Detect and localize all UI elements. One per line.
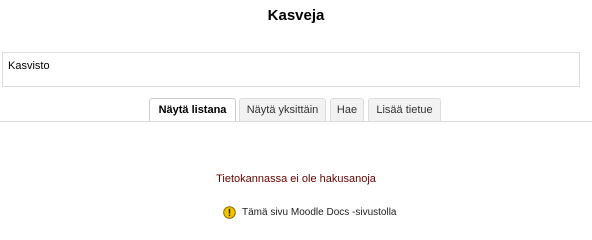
tab-search[interactable]: Hae <box>330 98 364 121</box>
tab-add-entry[interactable]: Lisää tietue <box>368 98 441 121</box>
tab-view-list[interactable]: Näytä listana <box>149 98 236 122</box>
tab-view-single[interactable]: Näytä yksittäin <box>239 98 326 121</box>
moodle-docs-link[interactable]: Tämä sivu Moodle Docs -sivustolla <box>223 205 397 220</box>
intro-box: Kasvisto <box>2 52 580 87</box>
tab-bar-divider <box>0 121 592 122</box>
empty-message: Tietokannassa ei ole hakusanoja <box>216 173 376 185</box>
intro-text: Kasvisto <box>8 60 50 72</box>
warning-help-icon <box>223 206 236 219</box>
page-title: Kasveja <box>267 7 325 24</box>
moodle-docs-link-label: Tämä sivu Moodle Docs -sivustolla <box>242 207 397 218</box>
